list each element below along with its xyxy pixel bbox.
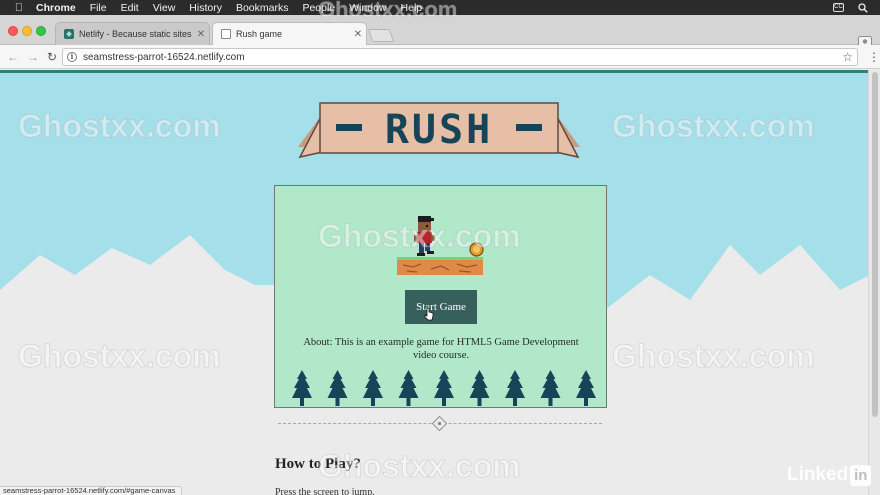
pine-tree-icon bbox=[327, 370, 348, 406]
ground-platform bbox=[397, 257, 483, 275]
mac-menubar:  Chrome File Edit View History Bookmark… bbox=[0, 0, 880, 15]
bookmark-star-icon[interactable]: ☆ bbox=[842, 49, 853, 65]
minimize-window-button[interactable] bbox=[22, 26, 32, 36]
section-divider bbox=[278, 415, 602, 432]
how-to-play-heading: How to Play? bbox=[275, 456, 361, 472]
page-top-line bbox=[0, 70, 880, 73]
pine-tree-icon bbox=[398, 370, 419, 406]
tab-title: Rush game bbox=[236, 29, 283, 39]
menu-edit[interactable]: Edit bbox=[121, 2, 139, 14]
scrollbar-thumb[interactable] bbox=[872, 72, 878, 417]
menu-bookmarks[interactable]: Bookmarks bbox=[236, 2, 289, 14]
reload-icon[interactable]: ↻ bbox=[44, 49, 60, 65]
page-viewport: RUSH Start Game About: This is an exampl… bbox=[0, 70, 880, 495]
pine-tree-icon bbox=[469, 370, 490, 406]
browser-tab-strip: Netlify - Because static sites a ✕ Rush … bbox=[0, 15, 880, 50]
new-tab-button[interactable] bbox=[367, 29, 395, 42]
rush-title-banner: RUSH bbox=[298, 102, 580, 159]
tab-netlify[interactable]: Netlify - Because static sites a ✕ bbox=[55, 22, 210, 45]
linkedin-in-badge: in bbox=[850, 464, 872, 486]
game-about-text: About: This is an example game for HTML5… bbox=[303, 337, 579, 361]
status-url-bubble: seamstress-parrot-16524.netlify.com/#gam… bbox=[0, 486, 183, 495]
game-canvas[interactable]: Start Game About: This is an example gam… bbox=[274, 185, 607, 408]
tab-title: Netlify - Because static sites a bbox=[79, 29, 193, 39]
page-icon bbox=[221, 29, 231, 39]
pine-tree-icon bbox=[292, 370, 312, 406]
close-window-button[interactable] bbox=[8, 26, 18, 36]
browser-toolbar: ← → ↻ i seamstress-parrot-16524.netlify.… bbox=[0, 45, 880, 69]
page-scrollbar[interactable] bbox=[868, 70, 880, 495]
player-character bbox=[414, 216, 435, 256]
menubar-status-area: CC bbox=[833, 0, 868, 15]
menu-view[interactable]: View bbox=[153, 2, 176, 14]
netlify-icon bbox=[64, 29, 74, 39]
closed-caption-icon[interactable]: CC bbox=[833, 3, 844, 12]
pine-tree-icon bbox=[540, 370, 561, 406]
forward-arrow-icon[interactable]: → bbox=[25, 49, 41, 65]
url-text[interactable]: seamstress-parrot-16524.netlify.com bbox=[83, 52, 245, 63]
divider-dot bbox=[438, 422, 441, 425]
menu-history[interactable]: History bbox=[189, 2, 222, 14]
menu-help[interactable]: Help bbox=[401, 2, 423, 14]
search-icon[interactable] bbox=[858, 2, 868, 13]
address-bar[interactable]: i seamstress-parrot-16524.netlify.com ☆ bbox=[62, 48, 858, 66]
menu-dots-icon[interactable]: ⋮ bbox=[868, 49, 880, 65]
how-to-play-text: Press the screen to jump. bbox=[275, 487, 375, 495]
menu-window[interactable]: Window bbox=[349, 2, 386, 14]
apple-icon[interactable]:  bbox=[12, 2, 26, 14]
pine-tree-icon bbox=[363, 370, 383, 406]
pine-tree-icon bbox=[505, 370, 525, 406]
tab-rush-game[interactable]: Rush game ✕ bbox=[212, 22, 367, 45]
pine-tree-icon bbox=[576, 370, 596, 406]
linkedin-text: Linked bbox=[787, 464, 849, 485]
close-tab-icon[interactable]: ✕ bbox=[193, 29, 209, 40]
game-title-text: RUSH bbox=[385, 107, 493, 153]
menu-file[interactable]: File bbox=[90, 2, 107, 14]
linkedin-logo: Linked in bbox=[787, 464, 872, 486]
back-arrow-icon[interactable]: ← bbox=[5, 49, 21, 65]
start-game-button[interactable]: Start Game bbox=[405, 290, 477, 324]
coin-icon bbox=[469, 242, 484, 257]
info-icon[interactable]: i bbox=[67, 52, 77, 62]
pine-tree-icon bbox=[434, 370, 454, 406]
tree-row bbox=[292, 370, 596, 406]
close-tab-icon[interactable]: ✕ bbox=[350, 29, 366, 40]
zoom-window-button[interactable] bbox=[36, 26, 46, 36]
menu-people[interactable]: People bbox=[302, 2, 335, 14]
mouse-cursor bbox=[424, 307, 434, 321]
menu-chrome[interactable]: Chrome bbox=[36, 2, 76, 14]
